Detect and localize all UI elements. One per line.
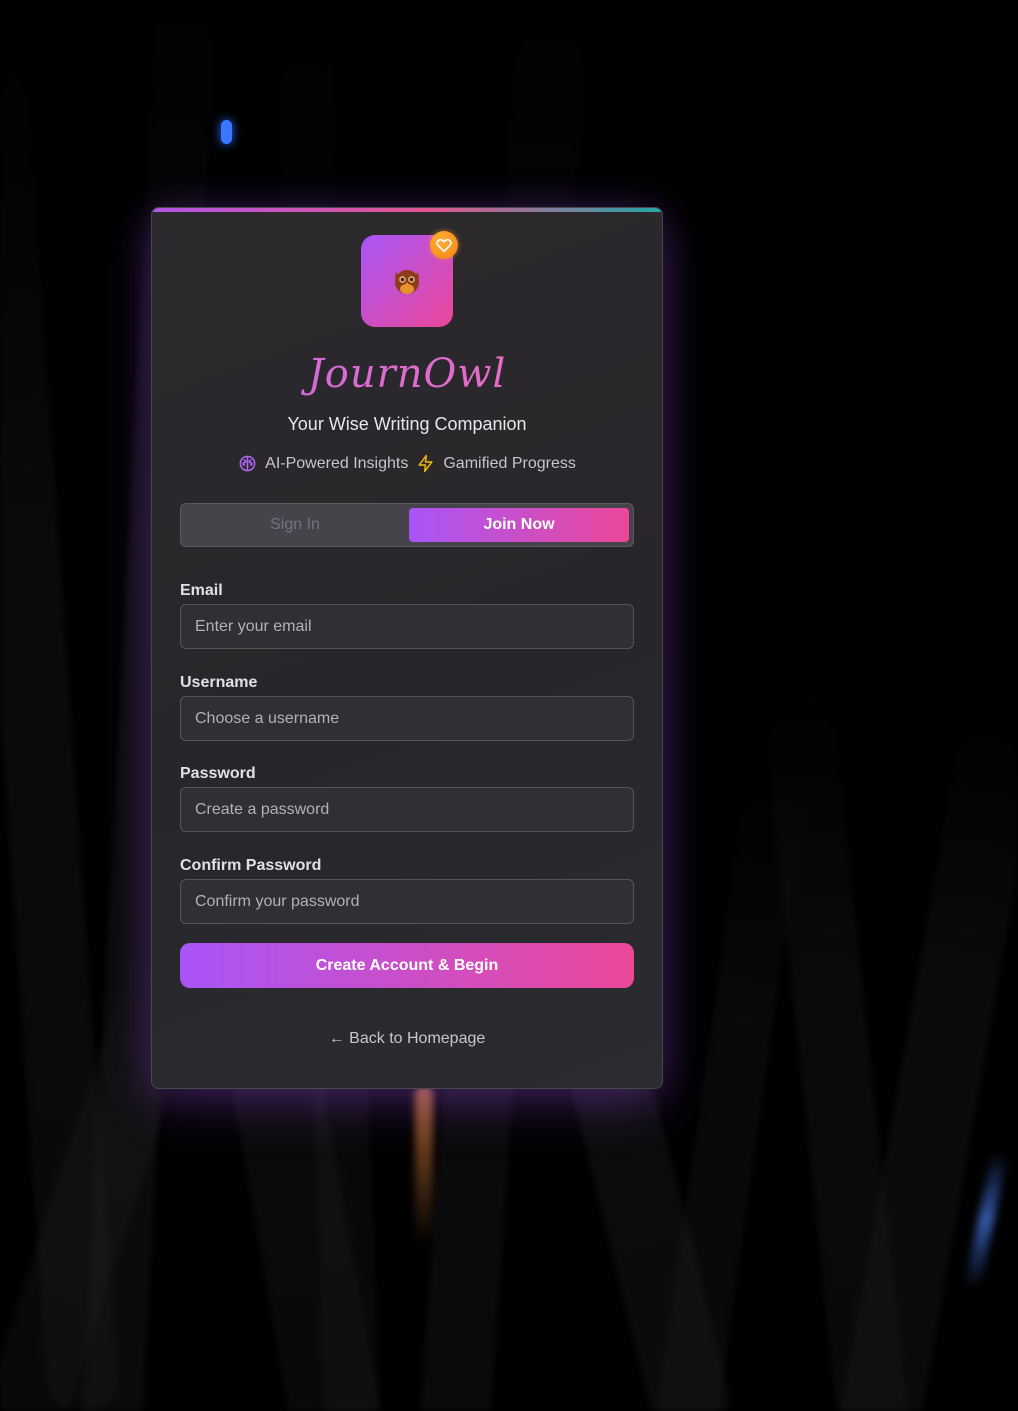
back-to-homepage-link[interactable]: ← Back to Homepage [152,1030,662,1048]
password-field[interactable] [180,787,634,832]
feature-label: Gamified Progress [443,454,576,472]
auth-tabs: Sign In Join Now [180,503,634,547]
blue-glow-dot [221,120,232,144]
brand-title: JournOwl [152,351,662,397]
email-label: Email [180,582,223,599]
brand-tagline: Your Wise Writing Companion [287,414,527,434]
tab-sign-in[interactable]: Sign In [185,508,405,542]
confirm-password-field[interactable] [180,879,634,924]
feature-label: AI-Powered Insights [265,454,409,472]
heart-badge [430,231,458,259]
owl-icon [395,270,419,294]
feature-list: AI-Powered Insights Gamified Progress [152,454,662,473]
username-field[interactable] [180,696,634,741]
feature-gamified-progress: Gamified Progress [416,454,576,473]
create-account-button[interactable]: Create Account & Begin [180,943,634,988]
confirm-password-label: Confirm Password [180,857,322,874]
orange-glow-beam [415,1085,433,1245]
lightning-icon [418,454,433,473]
username-label: Username [180,674,258,691]
brain-icon [239,455,256,472]
email-field[interactable] [180,604,634,649]
password-label: Password [180,765,256,782]
heart-icon [436,238,452,253]
card-accent-bar [152,208,662,212]
tab-join-now[interactable]: Join Now [409,508,629,542]
feature-ai-insights: AI-Powered Insights [238,454,408,473]
auth-card: JournOwl Your Wise Writing Companion AI-… [151,207,663,1089]
